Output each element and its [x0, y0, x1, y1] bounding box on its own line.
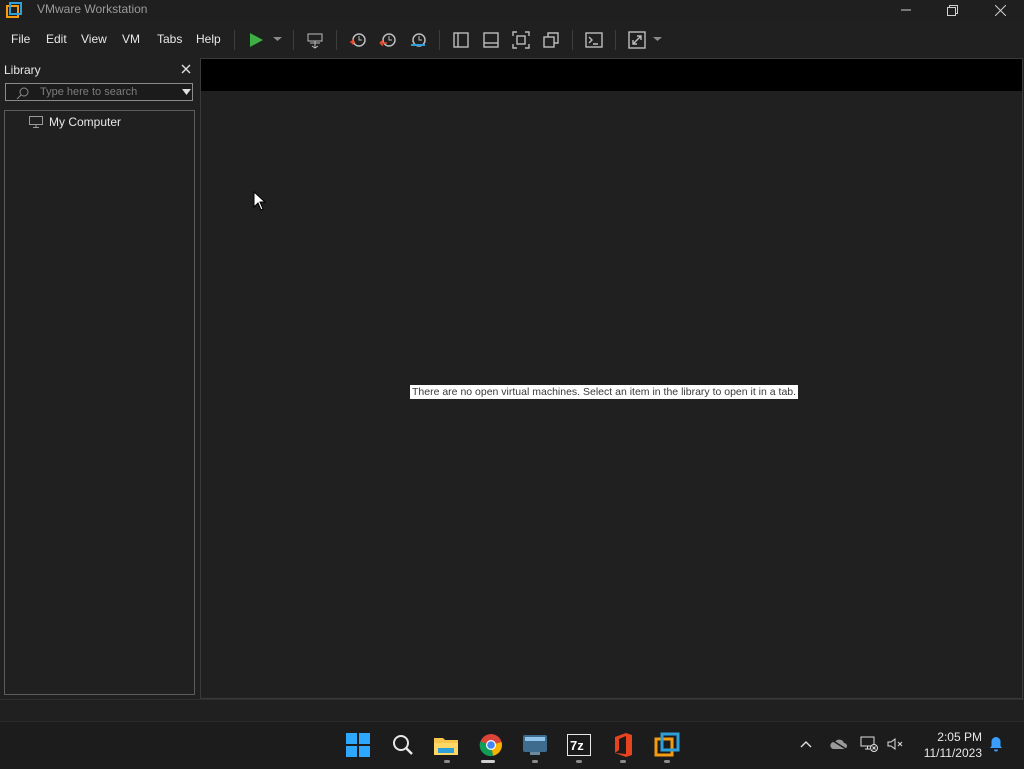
toolbar-separator [572, 30, 573, 50]
active-indicator [481, 760, 495, 763]
empty-state-message: There are no open virtual machines. Sele… [410, 385, 799, 399]
running-indicator [444, 760, 450, 763]
restore-button[interactable] [929, 0, 975, 20]
menu-view[interactable]: View [81, 32, 107, 46]
console-view-button[interactable] [583, 29, 605, 51]
snapshot-icon [350, 33, 366, 47]
show-library-icon [453, 32, 469, 48]
svg-text:7z: 7z [570, 738, 584, 753]
7zip-button[interactable]: 7z [565, 731, 593, 759]
vmware-icon [654, 732, 680, 757]
main-area: There are no open virtual machines. Sele… [200, 58, 1023, 699]
library-title: Library [4, 63, 41, 77]
show-library-button[interactable] [450, 29, 472, 51]
start-icon [346, 733, 370, 757]
stretch-dropdown-chevron-icon[interactable] [653, 36, 662, 42]
full-screen-icon [512, 31, 530, 49]
vmware-logo-icon [6, 2, 22, 18]
revert-snapshot-icon [379, 33, 396, 47]
file-explorer-button[interactable] [432, 731, 460, 759]
toolbar-separator [336, 30, 337, 50]
taskbar: 7z 2:05 PM 11/11/2023 [0, 721, 1024, 769]
toolbar-separator [615, 30, 616, 50]
show-hidden-icons-button[interactable] [796, 734, 816, 754]
close-button[interactable] [977, 0, 1023, 20]
taskbar-search-button[interactable] [389, 731, 417, 759]
running-indicator [532, 760, 538, 763]
stretch-guest-button[interactable] [626, 29, 648, 51]
full-screen-button[interactable] [510, 29, 532, 51]
volume-tray-button[interactable] [885, 734, 905, 754]
cloud-offline-icon [829, 738, 847, 750]
network-disconnected-icon [860, 736, 878, 752]
toolbar-separator [234, 30, 235, 50]
show-thumbnail-bar-icon [483, 32, 499, 48]
menu-bar: File Edit View VM Tabs Help [0, 20, 1024, 58]
menu-edit[interactable]: Edit [46, 32, 67, 46]
running-indicator [576, 760, 582, 763]
take-snapshot-button[interactable] [347, 29, 369, 51]
snapshot-manager-icon [411, 33, 426, 47]
console-view-icon [585, 32, 603, 48]
unity-icon [543, 32, 559, 48]
power-on-button[interactable] [245, 29, 267, 51]
search-icon [393, 735, 413, 755]
chevron-up-icon [800, 741, 812, 748]
library-search[interactable] [5, 83, 193, 101]
tree-item-my-computer[interactable]: My Computer [29, 114, 121, 130]
search-dropdown-chevron-icon[interactable] [182, 89, 191, 95]
library-close-icon[interactable] [180, 63, 192, 75]
revert-snapshot-button[interactable] [377, 29, 399, 51]
title-bar: VMware Workstation [0, 0, 1024, 20]
close-icon [994, 4, 1006, 16]
stretch-guest-icon [628, 31, 646, 49]
menu-file[interactable]: File [11, 32, 30, 46]
tab-strip [201, 59, 1022, 91]
office-icon [615, 733, 632, 757]
toolbar-separator [439, 30, 440, 50]
running-indicator [664, 760, 670, 763]
bell-icon [990, 737, 1002, 752]
play-icon [250, 33, 263, 47]
menu-tabs[interactable]: Tabs [157, 32, 182, 46]
vm-desktop-icon [523, 735, 547, 755]
send-ctrl-alt-del-icon [307, 33, 323, 49]
search-input[interactable] [40, 84, 174, 100]
mouse-cursor-icon [253, 191, 267, 211]
computer-icon [29, 116, 43, 128]
library-tree: My Computer [4, 110, 195, 695]
minimize-button[interactable] [883, 0, 929, 20]
office-button[interactable] [609, 731, 637, 759]
power-dropdown-chevron-icon[interactable] [273, 36, 282, 42]
chrome-button[interactable] [477, 731, 505, 759]
7zip-icon: 7z [567, 734, 591, 756]
network-tray-button[interactable] [859, 734, 879, 754]
menu-vm[interactable]: VM [122, 32, 140, 46]
volume-muted-icon [887, 738, 903, 750]
onedrive-tray-button[interactable] [828, 734, 848, 754]
vm-desktop-button[interactable] [521, 731, 549, 759]
vmware-taskbar-button[interactable] [653, 731, 681, 759]
running-indicator [620, 760, 626, 763]
snapshot-manager-button[interactable] [407, 29, 429, 51]
unity-button[interactable] [540, 29, 562, 51]
menu-help[interactable]: Help [196, 32, 221, 46]
start-button[interactable] [344, 731, 372, 759]
clock-date[interactable]: 11/11/2023 [916, 746, 982, 760]
send-ctrl-alt-del-button[interactable] [304, 29, 326, 51]
clock-time[interactable]: 2:05 PM [920, 730, 982, 744]
restore-icon [946, 4, 958, 16]
toolbar-separator [293, 30, 294, 50]
minimize-icon [901, 9, 911, 11]
window-title: VMware Workstation [37, 2, 148, 16]
status-bar [0, 699, 1024, 722]
search-icon [16, 87, 29, 100]
notifications-button[interactable] [986, 734, 1006, 754]
file-explorer-icon [434, 738, 458, 755]
tree-item-label: My Computer [49, 115, 122, 129]
show-thumbnail-bar-button[interactable] [480, 29, 502, 51]
chrome-icon [479, 734, 502, 757]
